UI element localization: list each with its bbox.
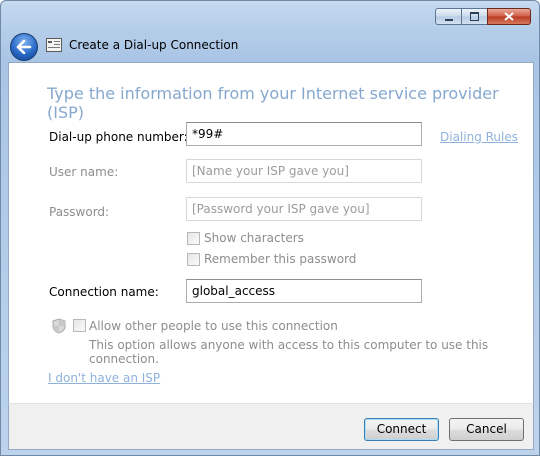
back-arrow-icon (16, 40, 32, 54)
password-label: Password: (49, 205, 110, 219)
minimize-icon (444, 18, 453, 21)
connection-name-label: Connection name: (49, 285, 159, 299)
dialup-connection-icon (46, 38, 62, 52)
allow-others-checkbox[interactable] (73, 319, 86, 332)
remember-password-label: Remember this password (204, 252, 357, 266)
allow-others-label: Allow other people to use this connectio… (89, 319, 338, 333)
uac-shield-icon (52, 318, 66, 334)
connection-name-input[interactable]: global_access (186, 279, 422, 303)
maximize-icon (470, 12, 479, 21)
dialing-rules-link[interactable]: Dialing Rules (440, 130, 518, 144)
page-header: Type the information from your Internet … (47, 84, 499, 122)
no-isp-link[interactable]: I don't have an ISP (48, 371, 160, 385)
show-characters-label: Show characters (204, 231, 304, 245)
back-button[interactable] (10, 33, 38, 61)
allow-others-description: This option allows anyone with access to… (89, 338, 489, 366)
remember-password-checkbox[interactable] (187, 253, 200, 266)
wizard-content: Type the information from your Internet … (8, 62, 534, 404)
window-title: Create a Dial-up Connection (69, 38, 239, 52)
maximize-button[interactable] (461, 8, 487, 25)
username-label: User name: (49, 165, 119, 179)
show-characters-checkbox[interactable] (187, 232, 200, 245)
username-input[interactable]: [Name your ISP gave you] (186, 159, 422, 183)
minimize-button[interactable] (435, 8, 461, 25)
phone-input[interactable]: *99# (186, 122, 422, 146)
cancel-button[interactable]: Cancel (449, 418, 524, 441)
wizard-footer: Connect Cancel (8, 403, 534, 450)
phone-label: Dial-up phone number: (49, 130, 188, 144)
caption-buttons (435, 8, 531, 25)
wizard-window: Create a Dial-up Connection Type the inf… (0, 0, 540, 456)
close-icon (504, 12, 514, 21)
connect-button[interactable]: Connect (364, 418, 439, 441)
close-button[interactable] (487, 8, 531, 25)
password-input[interactable]: [Password your ISP gave you] (186, 197, 422, 221)
